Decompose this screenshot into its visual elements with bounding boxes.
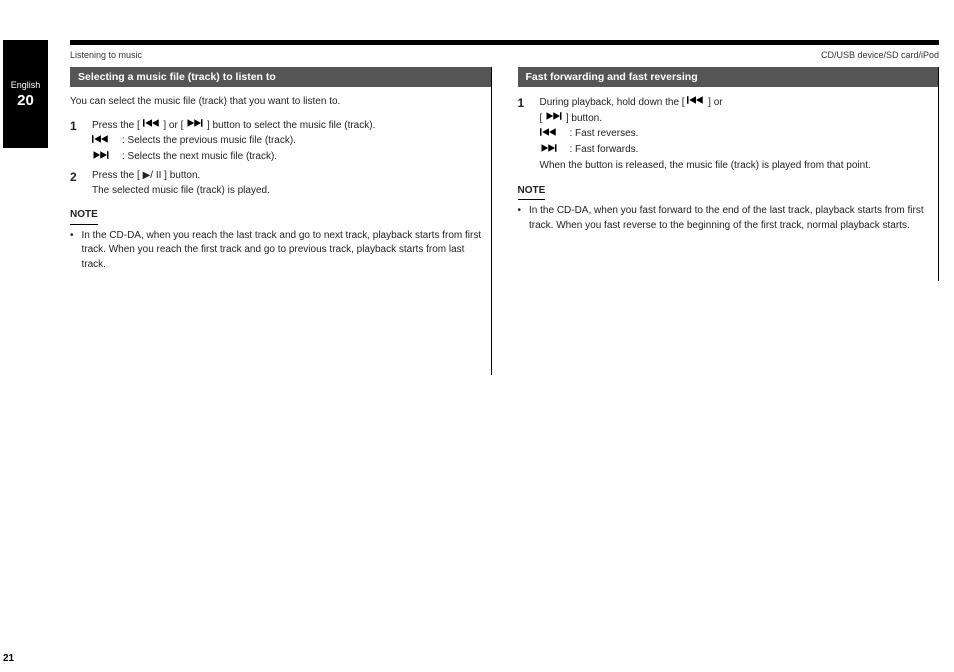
prev-text: : Selects the previous music file (track… [122, 134, 296, 149]
next-line: : Selects the next music file (track). [92, 150, 482, 165]
next-text: : Selects the next music file (track). [122, 150, 277, 165]
release-text: When the button is released, the music f… [540, 159, 930, 174]
col1-border [491, 67, 492, 375]
step2-sub: The selected music file (track) is playe… [92, 184, 482, 199]
top-rule [70, 40, 939, 45]
column-1: Selecting a music file (track) to listen… [70, 67, 492, 642]
col2-border [938, 67, 939, 281]
tab-language: English [11, 80, 41, 90]
prev-line: : Selects the previous music file (track… [92, 134, 482, 149]
title-left: Listening to music [70, 50, 142, 60]
col1-header: Selecting a music file (track) to listen… [70, 67, 492, 87]
next-line: : Fast forwards. [540, 143, 930, 158]
skip-fwd-icon [545, 113, 563, 124]
col1-step1: 1 Press the [ ] or [ ] button to select … [70, 118, 482, 166]
page-number: 21 [3, 653, 14, 664]
skip-back-icon [540, 127, 564, 137]
side-tab: English 20 [3, 40, 48, 148]
step1-line2: [ ] button. [540, 111, 930, 127]
note-header: NOTE [518, 184, 546, 201]
step1-num: 1 [518, 95, 532, 174]
note-text: In the CD-DA, when you fast forward to t… [529, 204, 929, 233]
prev-text: : Fast reverses. [570, 127, 639, 142]
step1-num: 1 [70, 118, 84, 166]
step2-num: 2 [70, 169, 84, 198]
title-right: CD/USB device/SD card/iPod [821, 50, 939, 60]
skip-fwd-icon [92, 150, 116, 160]
skip-back-icon [92, 134, 116, 144]
col1-note: NOTE In the CD-DA, when you reach the la… [70, 208, 482, 272]
prev-line: : Fast reverses. [540, 127, 930, 142]
column-2: Fast forwarding and fast reversing 1 Dur… [518, 67, 940, 642]
next-text: : Fast forwards. [570, 143, 639, 158]
note-text: In the CD-DA, when you reach the last tr… [82, 229, 482, 273]
step1-line: Press the [ ] or [ ] button to select th… [92, 118, 482, 134]
note-header: NOTE [70, 208, 98, 225]
skip-fwd-icon [186, 120, 204, 131]
col2-step1: 1 During playback, hold down the [ ] or … [518, 95, 930, 174]
note-bullet: In the CD-DA, when you fast forward to t… [518, 204, 930, 233]
skip-back-icon [687, 97, 705, 108]
skip-back-icon [143, 120, 161, 131]
col1-step2: 2 Press the [ ▶/ II ] button. The select… [70, 169, 482, 198]
step2-text: Press the [ ▶/ II ] button. [92, 169, 482, 184]
col2-header: Fast forwarding and fast reversing [518, 67, 940, 87]
tab-number: 20 [17, 92, 34, 109]
step1-line1: During playback, hold down the [ ] or [540, 95, 930, 111]
note-bullet: In the CD-DA, when you reach the last tr… [70, 229, 482, 273]
col1-intro: You can select the music file (track) th… [70, 95, 482, 110]
col2-note: NOTE In the CD-DA, when you fast forward… [518, 184, 930, 234]
title-row: Listening to music CD/USB device/SD card… [70, 50, 939, 60]
skip-fwd-icon [540, 143, 564, 153]
